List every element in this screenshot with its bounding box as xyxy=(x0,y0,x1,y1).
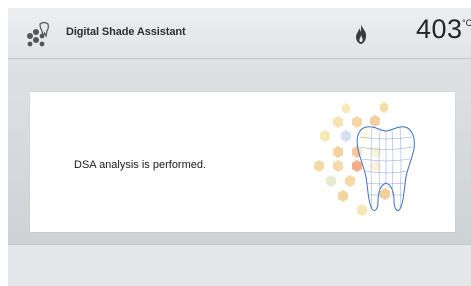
content-area: DSA analysis is performed. xyxy=(8,59,471,244)
flame-icon xyxy=(356,24,367,44)
temperature-unit: °C xyxy=(462,18,471,28)
header-bar: Digital Shade Assistant 403 °C xyxy=(8,8,471,59)
status-card: DSA analysis is performed. xyxy=(30,92,455,232)
tooth-shade-graphic xyxy=(314,102,415,216)
shade-hexagon-icon xyxy=(27,21,49,47)
device-screen: Digital Shade Assistant 403 °C DSA analy… xyxy=(8,8,471,286)
status-message: DSA analysis is performed. xyxy=(74,159,207,171)
footer-bar xyxy=(8,244,471,286)
page-title: Digital Shade Assistant xyxy=(66,26,186,38)
temperature-readout: 403 xyxy=(416,14,463,44)
